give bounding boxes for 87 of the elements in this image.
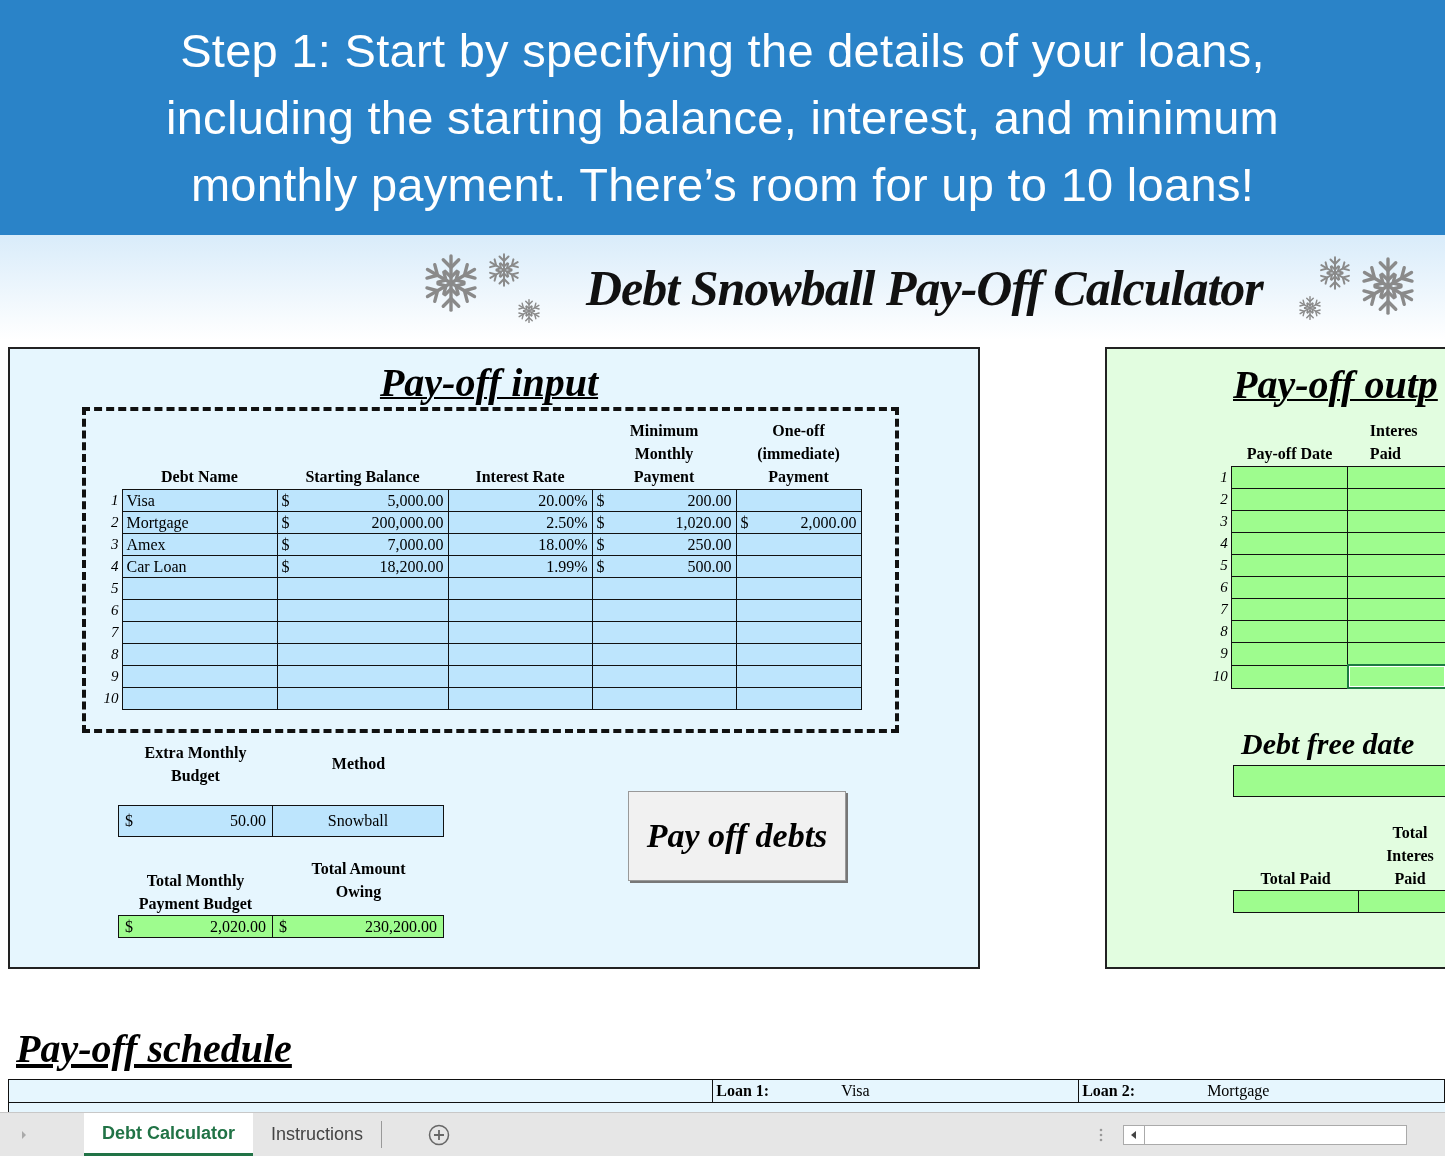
amount-text: 500.00: [687, 557, 732, 576]
add-sheet-icon[interactable]: [428, 1123, 451, 1146]
table-cell: Car Loan: [122, 555, 277, 578]
amount-text: 5,000.00: [387, 491, 444, 510]
table-cell: Amex: [122, 533, 277, 556]
currency-symbol: $: [125, 917, 133, 936]
column-header: Minimum Monthly Payment: [592, 419, 736, 490]
snowflake-icon: [516, 297, 542, 324]
amount-text: 7,000.00: [387, 535, 444, 554]
sheet-tab[interactable]: Debt Calculator: [84, 1113, 254, 1156]
row-number: 7: [86, 621, 122, 644]
schedule-title: Pay-off schedule: [16, 1025, 293, 1073]
field-label: Extra Monthly Budget: [143, 743, 248, 787]
loan-label: Loan 2:: [1082, 1082, 1137, 1100]
amount-text: 230,200.00: [365, 917, 437, 936]
row-number: 6: [1197, 576, 1232, 599]
sheet-tab[interactable]: Instructions: [253, 1113, 382, 1156]
column-header: One-off (immediate) Payment: [736, 419, 861, 490]
row-number: 8: [86, 643, 122, 666]
row-number: 4: [86, 555, 122, 578]
table-cell: Visa: [122, 489, 277, 512]
table-cell: Mortgage: [122, 511, 277, 534]
column-header: Interest Rate: [448, 419, 592, 490]
amount-text: 2,000.00: [800, 513, 857, 532]
row-number: 4: [1197, 532, 1232, 555]
currency-symbol: $: [740, 513, 749, 532]
amount-text: 200.00: [687, 491, 732, 510]
row-number: 5: [1197, 554, 1232, 577]
row-number: 2: [86, 511, 122, 534]
row-number: 6: [86, 599, 122, 622]
row-number: 9: [86, 665, 122, 688]
table-cell[interactable]: [1347, 665, 1445, 688]
currency-symbol: $: [596, 513, 605, 532]
row-number: 2: [1197, 488, 1232, 511]
field-label: Total Interes Paid: [1385, 823, 1435, 889]
loan-label: Loan 1:: [716, 1082, 771, 1100]
amount-text: 200,000.00: [371, 513, 444, 532]
row-number: 1: [86, 489, 122, 512]
section-title: Debt free date: [1241, 727, 1415, 761]
method-field[interactable]: Snowball: [273, 805, 444, 837]
amount-text: 250.00: [687, 535, 732, 554]
currency-symbol: $: [281, 557, 290, 576]
currency-symbol: $: [125, 812, 133, 830]
input-field[interactable]: $ 50.00: [118, 805, 273, 837]
currency-symbol: $: [281, 535, 290, 554]
instruction-text: Step 1: Start by specifying the details of your loans, including the starting balance, interest, and minimum monthly payment. There’s room for up to 10 loans!: [165, 23, 1280, 213]
row-number: 8: [1197, 620, 1232, 643]
pay-off-button[interactable]: Pay off debts: [628, 791, 846, 881]
column-header: Debt Name: [122, 419, 277, 490]
loan-name: Mortgage: [1207, 1082, 1270, 1100]
column-header: Pay-off Date: [1231, 419, 1348, 467]
table-cell: 18.00%: [448, 533, 592, 556]
row-number: 5: [86, 577, 122, 600]
field-label: Method: [330, 754, 387, 774]
snowflake-icon: [1296, 294, 1323, 321]
table-cell[interactable]: [1347, 466, 1445, 489]
row-number: 1: [1197, 466, 1232, 489]
row-number: 3: [1197, 510, 1232, 533]
field-label: Total Paid: [1259, 869, 1332, 889]
amount-text: 1,020.00: [675, 513, 732, 532]
currency-symbol: $: [596, 535, 605, 554]
horizontal-scrollbar[interactable]: [1123, 1124, 1407, 1145]
snowflake-icon: [486, 251, 522, 288]
field-label: Total Monthly Payment Budget: [137, 871, 254, 915]
row-number: 7: [1197, 598, 1232, 621]
table-cell: 1.99%: [448, 555, 592, 578]
calculator-title: Debt Snowball Pay-Off Calculator: [586, 258, 1263, 317]
column-header: Starting Balance: [277, 419, 448, 490]
row-number: 10: [86, 687, 122, 710]
currency-symbol: $: [596, 557, 605, 576]
amount-text: 2,020.00: [210, 917, 266, 936]
currency-symbol: $: [281, 491, 290, 510]
amount-text: 50.00: [230, 812, 266, 830]
panel-title: Pay-off input: [378, 359, 600, 407]
field-label: Total Amount Owing: [310, 859, 407, 903]
panel-title: Pay-off outp: [1233, 361, 1439, 409]
loan-name: Visa: [841, 1082, 870, 1100]
table-cell: 2.50%: [448, 511, 592, 534]
column-header: Interes Paid: [1347, 419, 1445, 467]
amount-text: 18,200.00: [379, 557, 444, 576]
table-cell: 20.00%: [448, 489, 592, 512]
row-number: 9: [1197, 642, 1232, 665]
row-number: 3: [86, 533, 122, 556]
currency-symbol: $: [596, 491, 605, 510]
currency-symbol: $: [281, 513, 290, 532]
row-number: 10: [1197, 665, 1232, 688]
currency-symbol: $: [279, 917, 287, 936]
